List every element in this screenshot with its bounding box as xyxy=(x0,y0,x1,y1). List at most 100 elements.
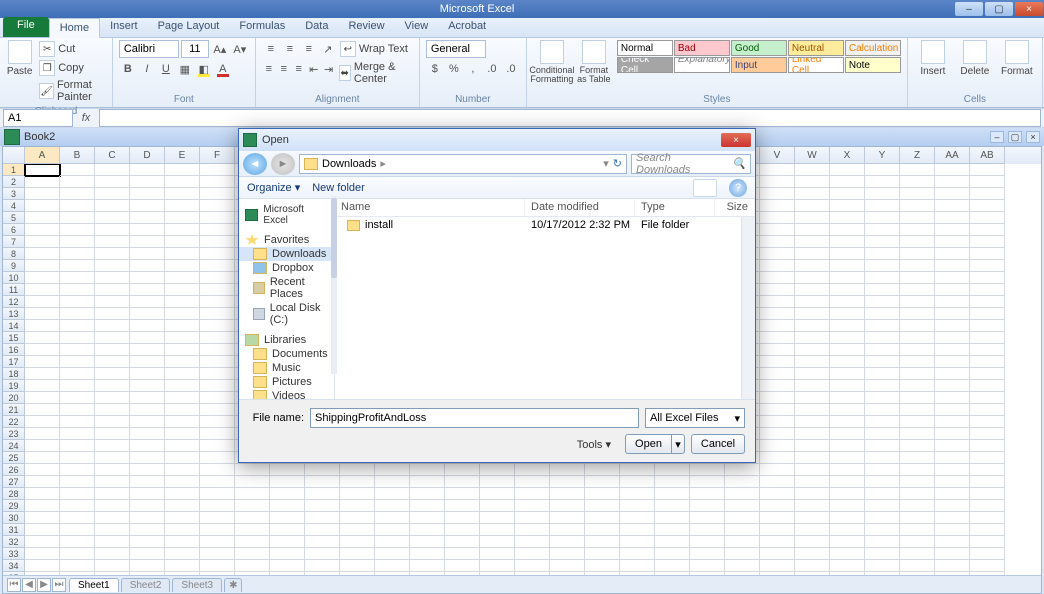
cell[interactable] xyxy=(130,332,165,344)
cell[interactable] xyxy=(200,404,235,416)
cell[interactable] xyxy=(480,536,515,548)
cell[interactable] xyxy=(165,272,200,284)
cell[interactable] xyxy=(340,464,375,476)
cell[interactable] xyxy=(760,248,795,260)
row-header[interactable]: 1 xyxy=(3,164,25,176)
cell[interactable] xyxy=(60,416,95,428)
cell[interactable] xyxy=(935,236,970,248)
cell[interactable] xyxy=(970,488,1005,500)
filename-input[interactable] xyxy=(310,408,639,428)
cell[interactable] xyxy=(270,524,305,536)
cell[interactable] xyxy=(200,272,235,284)
cell[interactable] xyxy=(795,176,830,188)
cell[interactable] xyxy=(445,464,480,476)
cell[interactable] xyxy=(375,488,410,500)
cell[interactable] xyxy=(830,476,865,488)
cell[interactable] xyxy=(970,404,1005,416)
cell[interactable] xyxy=(865,260,900,272)
cell[interactable] xyxy=(200,248,235,260)
cell[interactable] xyxy=(935,500,970,512)
cell[interactable] xyxy=(795,392,830,404)
cell[interactable] xyxy=(95,524,130,536)
cell[interactable] xyxy=(515,476,550,488)
cell[interactable] xyxy=(130,164,165,176)
cell[interactable] xyxy=(375,476,410,488)
cell[interactable] xyxy=(935,548,970,560)
row-header[interactable]: 33 xyxy=(3,548,25,560)
cell[interactable] xyxy=(935,416,970,428)
tools-dropdown[interactable]: Tools ▾ xyxy=(577,438,611,451)
cell[interactable] xyxy=(900,164,935,176)
cell[interactable] xyxy=(95,428,130,440)
name-box[interactable]: A1 xyxy=(3,109,73,127)
cell[interactable] xyxy=(165,392,200,404)
cell[interactable] xyxy=(900,296,935,308)
increase-font-button[interactable]: A▴ xyxy=(211,40,229,58)
cell[interactable] xyxy=(200,356,235,368)
sidebar-item-dropbox[interactable]: Dropbox xyxy=(239,261,334,275)
cell[interactable] xyxy=(760,440,795,452)
cell[interactable] xyxy=(935,440,970,452)
cell[interactable] xyxy=(235,536,270,548)
cell[interactable] xyxy=(655,524,690,536)
cell[interactable] xyxy=(550,464,585,476)
fill-color-button[interactable]: ◧ xyxy=(195,60,213,78)
cell[interactable] xyxy=(935,428,970,440)
cell[interactable] xyxy=(760,344,795,356)
cell[interactable] xyxy=(25,164,60,176)
cell[interactable] xyxy=(25,440,60,452)
cancel-button[interactable]: Cancel xyxy=(691,434,745,454)
cell[interactable] xyxy=(60,320,95,332)
cell[interactable] xyxy=(60,356,95,368)
cell[interactable] xyxy=(760,476,795,488)
cell[interactable] xyxy=(690,512,725,524)
cell[interactable] xyxy=(865,320,900,332)
cell[interactable] xyxy=(25,368,60,380)
cell[interactable] xyxy=(795,284,830,296)
column-header[interactable]: Z xyxy=(900,147,935,164)
cell[interactable] xyxy=(445,536,480,548)
cell[interactable] xyxy=(165,368,200,380)
cell[interactable] xyxy=(375,560,410,572)
style-note[interactable]: Note xyxy=(845,57,901,73)
cell[interactable] xyxy=(725,512,760,524)
align-bottom-button[interactable]: ≡ xyxy=(300,40,318,58)
cell[interactable] xyxy=(95,320,130,332)
cell[interactable] xyxy=(900,224,935,236)
cell[interactable] xyxy=(95,308,130,320)
cell[interactable] xyxy=(970,248,1005,260)
cell[interactable] xyxy=(900,416,935,428)
cell[interactable] xyxy=(515,464,550,476)
cell[interactable] xyxy=(130,176,165,188)
cell[interactable] xyxy=(900,464,935,476)
cell[interactable] xyxy=(25,536,60,548)
cell[interactable] xyxy=(900,428,935,440)
cell[interactable] xyxy=(95,272,130,284)
bold-button[interactable]: B xyxy=(119,60,137,78)
cell[interactable] xyxy=(585,560,620,572)
cell[interactable] xyxy=(25,200,60,212)
file-row[interactable]: install10/17/2012 2:32 PMFile folder xyxy=(335,217,755,233)
cell[interactable] xyxy=(60,200,95,212)
row-header[interactable]: 10 xyxy=(3,272,25,284)
cell[interactable] xyxy=(900,368,935,380)
cell[interactable] xyxy=(935,320,970,332)
cell[interactable] xyxy=(95,548,130,560)
row-header[interactable]: 13 xyxy=(3,308,25,320)
cell[interactable] xyxy=(200,236,235,248)
cell[interactable] xyxy=(865,356,900,368)
cell[interactable] xyxy=(270,548,305,560)
cell[interactable] xyxy=(165,212,200,224)
wb-close-button[interactable]: × xyxy=(1026,131,1040,143)
view-button[interactable] xyxy=(693,179,717,197)
cell[interactable] xyxy=(130,320,165,332)
row-header[interactable]: 17 xyxy=(3,356,25,368)
cell[interactable] xyxy=(935,260,970,272)
cell[interactable] xyxy=(60,344,95,356)
cell[interactable] xyxy=(900,176,935,188)
cell[interactable] xyxy=(165,200,200,212)
cell[interactable] xyxy=(795,380,830,392)
cell[interactable] xyxy=(165,308,200,320)
cell[interactable] xyxy=(165,176,200,188)
cell[interactable] xyxy=(935,404,970,416)
